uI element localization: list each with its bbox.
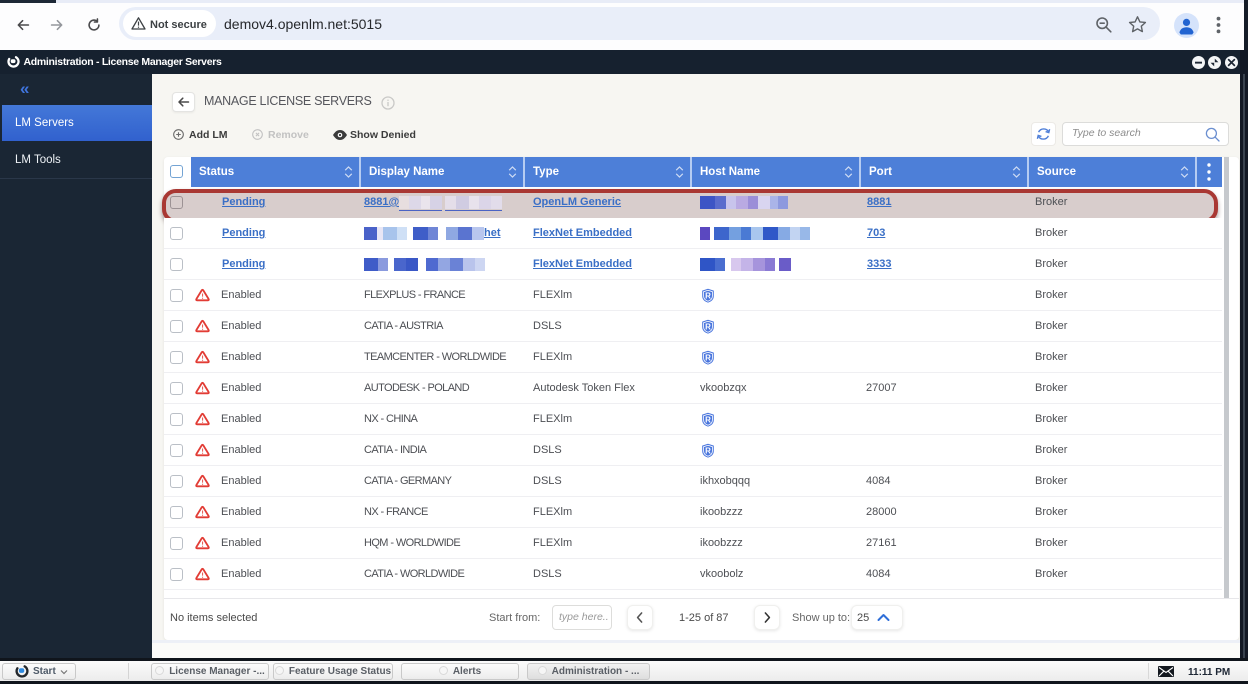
svg-text:R: R xyxy=(705,291,711,300)
svg-text:R: R xyxy=(705,322,711,331)
svg-text:R: R xyxy=(705,446,711,455)
svg-text:R: R xyxy=(705,353,711,362)
svg-text:R: R xyxy=(705,415,711,424)
